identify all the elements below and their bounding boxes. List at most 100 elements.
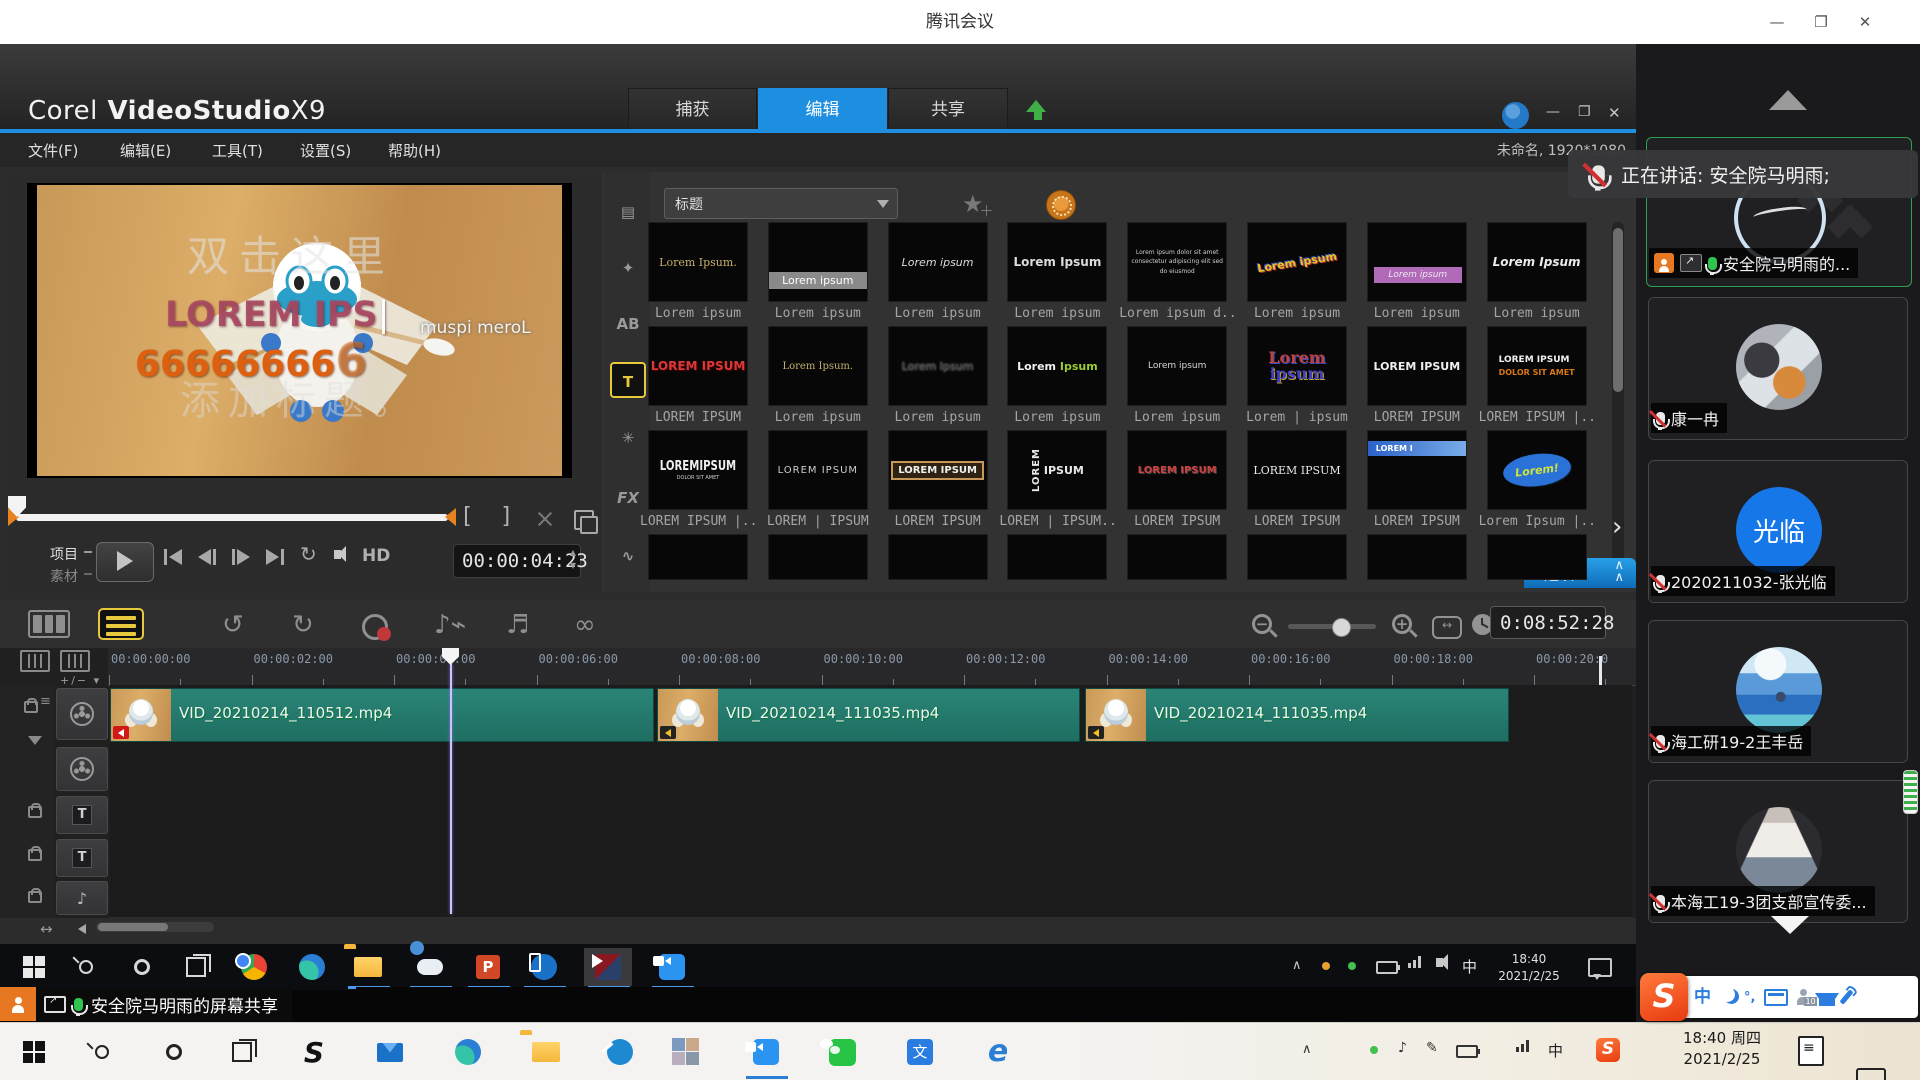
instant-project-icon[interactable]: ✦ [610, 250, 646, 286]
graphic-icon[interactable]: ✳ [610, 420, 646, 456]
ime-icon[interactable]: 中 [1548, 1040, 1563, 1061]
timeline-zoom-knob[interactable] [1332, 618, 1351, 637]
vs-restore-button[interactable]: ❐ [1578, 104, 1591, 120]
timeline-hscrollbar-thumb[interactable] [98, 923, 168, 931]
filter-icon[interactable]: FX [610, 480, 646, 516]
menu-item-3[interactable]: 工具(T) [212, 140, 263, 161]
mark-out-button[interactable]: ] [500, 504, 513, 529]
docs-icon[interactable]: 文 [894, 1034, 946, 1070]
settings-wrench-icon[interactable] [1840, 989, 1854, 1004]
battery-icon[interactable] [1376, 961, 1398, 974]
file-explorer-icon[interactable] [520, 1034, 572, 1070]
add-favorite-icon[interactable]: ★＋ [962, 190, 998, 218]
menu-item-2[interactable]: 编辑(E) [120, 140, 171, 161]
menu-item-4[interactable]: 设置(S) [300, 140, 351, 161]
track-list-icon[interactable]: ≡ [40, 694, 51, 709]
template-thumb[interactable]: Lorem ipsum [1367, 222, 1467, 302]
template-thumb[interactable]: LOREM IPSUM [648, 326, 748, 406]
add-video-track-icon[interactable] [20, 650, 50, 672]
task-view-icon[interactable] [172, 948, 220, 986]
template-thumb[interactable]: Lorem Ipsum. [768, 326, 868, 406]
sticky-notes-icon[interactable] [1798, 1036, 1824, 1066]
tray-chevron-icon[interactable]: ∧ [1302, 1042, 1312, 1057]
record-capture-icon[interactable] [362, 614, 388, 640]
split-clip-icon[interactable] [536, 510, 554, 528]
template-thumb[interactable]: Lorem ipsum [1247, 222, 1347, 302]
template-thumb[interactable]: LOREM IPSUM [768, 430, 868, 510]
powerpoint-icon[interactable]: P [464, 948, 512, 986]
timecode-down-icon[interactable]: ▼ [570, 562, 576, 570]
tray-note-icon[interactable]: ♪ [1398, 1040, 1407, 1056]
template-thumb-partial[interactable] [648, 534, 748, 580]
track-lock-icon[interactable] [28, 806, 42, 818]
timeline-ruler[interactable]: 00:00:00:0000:00:02:0000:00:04:0000:00:0… [108, 648, 1636, 686]
wechat-icon[interactable] [816, 1034, 868, 1070]
template-thumb-partial[interactable] [768, 534, 868, 580]
video-clip[interactable]: VID_20210214_111035.mp4 [1085, 688, 1509, 742]
undo-button[interactable]: ↺ [222, 610, 244, 640]
template-thumb[interactable]: Lorem! [1487, 430, 1587, 510]
vs-close-button[interactable]: ✕ [1608, 104, 1621, 122]
cortana-icon[interactable] [148, 1034, 200, 1070]
track-add-remove[interactable]: +/− ▾ [60, 674, 101, 687]
taskbar-clock[interactable]: 18:40 周四2021/2/25 [1672, 1028, 1772, 1070]
title-icon[interactable]: T [610, 362, 646, 398]
participant-tile[interactable]: 海工研19-2王丰岳 [1648, 620, 1908, 763]
upgrade-arrow-icon[interactable] [1026, 100, 1046, 112]
preview-timecode[interactable]: 00:00:04:23 ▲ ▼ [453, 544, 581, 578]
collapse-tracks-icon[interactable] [28, 736, 42, 745]
preview-monitor[interactable]: 双击这里 LOREM IPS| 666666666 muspi meroL 添加… [27, 183, 572, 478]
soft-keyboard-icon[interactable] [1764, 989, 1788, 1006]
template-thumb[interactable]: Lorem Ipsum [1007, 326, 1107, 406]
sound-mixer-icon[interactable]: ♪⌁ [434, 610, 466, 640]
template-thumb[interactable]: Lorem Ipsum. [648, 222, 748, 302]
tab-编辑[interactable]: 编辑 [758, 88, 887, 130]
template-thumb[interactable]: Lorem Ipsum [888, 326, 988, 406]
menu-item-5[interactable]: 帮助(H) [388, 140, 441, 161]
next-frame-button[interactable] [232, 548, 260, 566]
track-lane-5[interactable] [110, 879, 1632, 918]
settings-tool-icon[interactable] [594, 1034, 646, 1070]
track-lock-icon[interactable] [28, 891, 42, 903]
mode-project-label[interactable]: 项目 [50, 544, 78, 564]
start-button[interactable] [10, 948, 58, 986]
close-button[interactable]: ✕ [1850, 7, 1880, 37]
template-thumb-partial[interactable] [1007, 534, 1107, 580]
your-phone-icon[interactable] [520, 948, 568, 986]
shared-clock[interactable]: 18:402021/2/25 [1490, 951, 1568, 986]
fullhalf-moon-icon[interactable] [1720, 987, 1735, 1002]
notification-icon[interactable] [1588, 958, 1612, 977]
enlarge-icon[interactable] [574, 510, 594, 530]
track-lane-2[interactable] [110, 744, 1632, 794]
template-thumb[interactable]: Lorem Ipsum [1007, 222, 1107, 302]
go-start-button[interactable] [164, 548, 192, 566]
video-clip[interactable]: VID_20210214_111035.mp4 [657, 688, 1080, 742]
timecode-up-icon[interactable]: ▲ [570, 549, 576, 557]
template-thumb[interactable]: LOREM IPSUM [1247, 430, 1347, 510]
title-track-header[interactable]: T [56, 796, 108, 834]
template-thumb[interactable]: Lorem Ipsum [1487, 222, 1587, 302]
chrome-icon[interactable] [230, 948, 278, 986]
hd-toggle[interactable]: HD [362, 546, 390, 566]
globe-icon[interactable] [1502, 102, 1529, 129]
gallery-dropdown[interactable]: 标题 [664, 188, 898, 219]
volume-button[interactable] [334, 550, 341, 559]
music-track-header[interactable]: ♪ [56, 881, 108, 915]
tray-chevron-icon[interactable]: ∧ [1292, 958, 1302, 973]
network-icon[interactable] [1516, 1040, 1529, 1052]
timeline-view-button[interactable] [98, 608, 144, 640]
go-end-button[interactable] [266, 548, 294, 566]
menu-item-1[interactable]: 文件(F) [28, 140, 78, 161]
file-explorer-icon[interactable] [344, 948, 392, 986]
search-icon[interactable] [76, 1034, 128, 1070]
account-icon[interactable] [1797, 997, 1810, 1005]
scroll-left-icon[interactable] [78, 924, 86, 934]
overlay-mirror-text[interactable]: muspi meroL [420, 318, 531, 338]
cloud-app-icon[interactable] [406, 948, 454, 986]
template-thumb-partial[interactable] [1487, 534, 1587, 580]
add-overlay-track-icon[interactable] [60, 650, 90, 672]
edge-icon[interactable] [442, 1034, 494, 1070]
template-thumb-partial[interactable] [1367, 534, 1467, 580]
participant-tile[interactable]: 光临2020211032-张光临 [1648, 460, 1908, 603]
template-thumb[interactable]: LOREM IPSUM [888, 430, 988, 510]
